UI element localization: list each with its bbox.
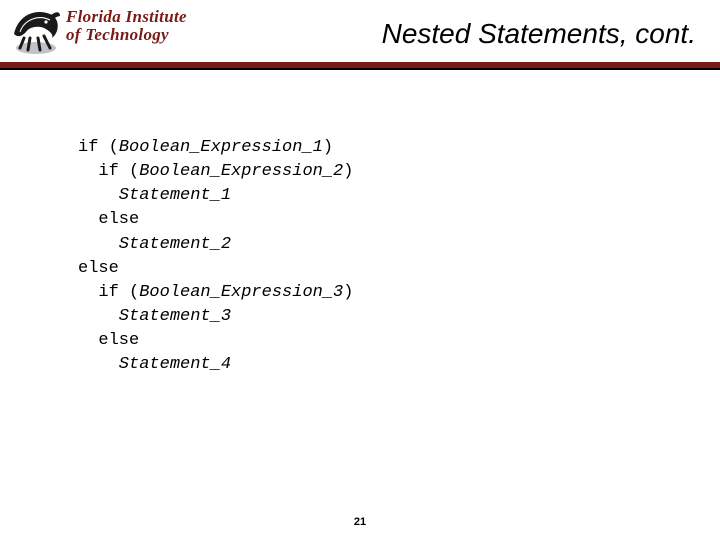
code-kw: if ( [78, 283, 139, 302]
header-rule-shadow [0, 68, 720, 70]
code-it: Boolean_Expression_2 [139, 162, 343, 181]
institution-line-2: of Technology [66, 26, 187, 43]
code-it: Boolean_Expression_1 [119, 138, 323, 157]
code-it: Statement_3 [78, 307, 231, 326]
code-kw: ) [343, 162, 353, 181]
institution-line-1: Florida Institute [66, 8, 187, 25]
code-kw: ) [323, 138, 333, 157]
code-kw: ) [343, 283, 353, 302]
panther-logo-icon [10, 4, 62, 56]
code-kw: if ( [78, 138, 119, 157]
page-number: 21 [0, 516, 720, 528]
code-kw: else [78, 210, 139, 229]
slide-header: Florida Institute of Technology Nested S… [0, 0, 720, 62]
slide: Florida Institute of Technology Nested S… [0, 0, 720, 540]
code-kw: else [78, 331, 139, 350]
slide-title: Nested Statements, cont. [382, 18, 696, 50]
code-it: Boolean_Expression_3 [139, 283, 343, 302]
code-it: Statement_2 [78, 235, 231, 254]
code-block: if (Boolean_Expression_1) if (Boolean_Ex… [78, 136, 638, 377]
code-kw: else [78, 259, 119, 278]
code-kw: if ( [78, 162, 139, 181]
institution-name: Florida Institute of Technology [66, 8, 187, 44]
code-it: Statement_1 [78, 186, 231, 205]
code-it: Statement_4 [78, 355, 231, 374]
